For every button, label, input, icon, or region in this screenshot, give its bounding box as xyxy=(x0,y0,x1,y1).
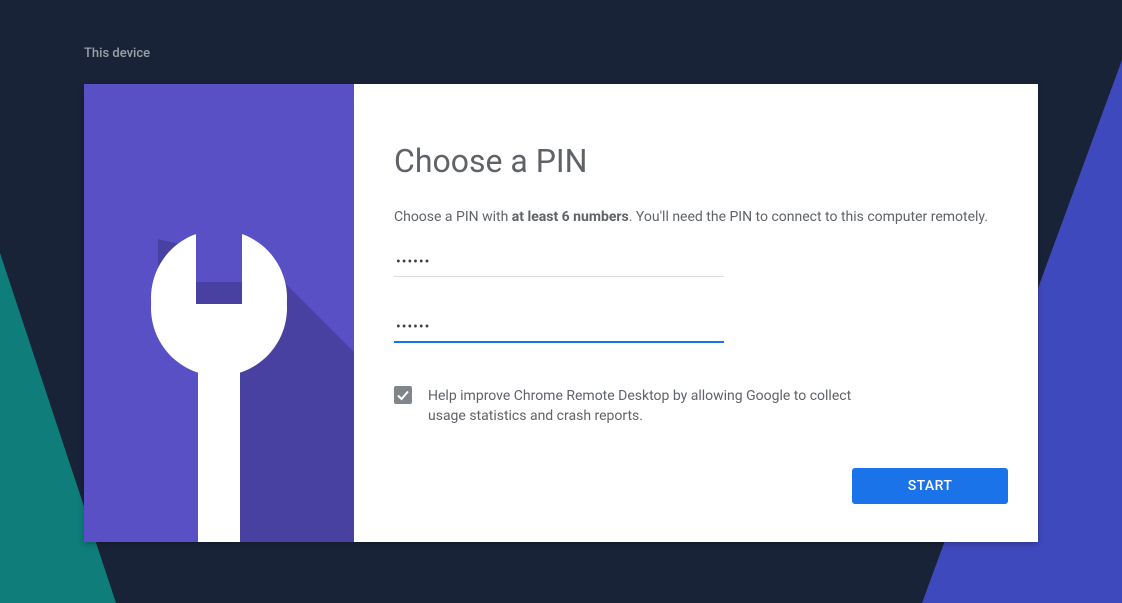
dialog-description: Choose a PIN with at least 6 numbers. Yo… xyxy=(394,208,998,228)
section-label: This device xyxy=(84,46,150,61)
dialog-title: Choose a PIN xyxy=(394,142,998,180)
checkmark-icon xyxy=(394,386,412,404)
start-button[interactable]: START xyxy=(852,468,1008,504)
wrench-icon xyxy=(84,84,354,542)
card-body: Choose a PIN Choose a PIN with at least … xyxy=(354,84,1038,542)
usage-stats-label: Help improve Chrome Remote Desktop by al… xyxy=(428,386,854,427)
description-post: . You'll need the PIN to connect to this… xyxy=(629,209,988,225)
description-pre: Choose a PIN with xyxy=(394,209,512,225)
description-bold: at least 6 numbers xyxy=(512,209,629,225)
usage-stats-checkbox[interactable] xyxy=(394,386,412,404)
pin-input[interactable] xyxy=(394,246,724,277)
setup-card: Choose a PIN Choose a PIN with at least … xyxy=(84,84,1038,542)
pin-confirm-input[interactable] xyxy=(394,311,724,343)
wrench-illustration xyxy=(84,84,354,542)
usage-stats-row: Help improve Chrome Remote Desktop by al… xyxy=(394,386,854,427)
